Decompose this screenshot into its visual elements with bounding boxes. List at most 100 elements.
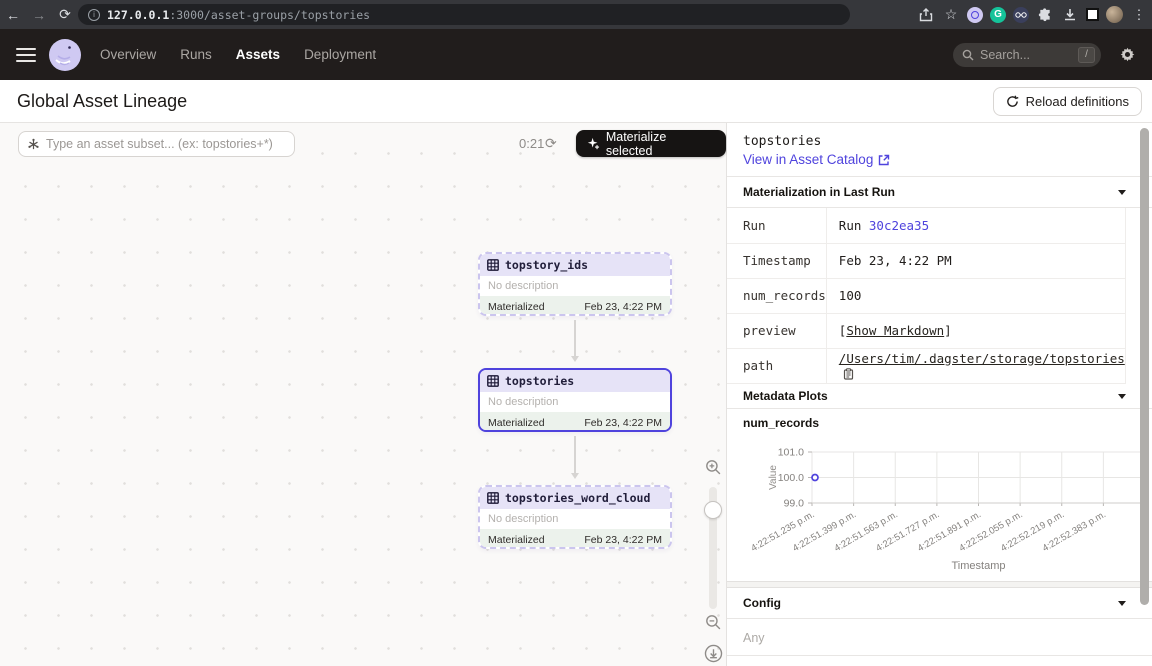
global-search-input[interactable]: Search... / <box>953 43 1101 67</box>
asset-node-topstories[interactable]: topstories No description Materialized F… <box>478 368 672 432</box>
sparkle-icon <box>587 137 600 150</box>
settings-gear-icon[interactable] <box>1119 46 1136 63</box>
node-timestamp: Feb 23, 4:22 PM <box>584 301 662 313</box>
node-name: topstories_word_cloud <box>505 491 650 505</box>
zoom-out-icon[interactable] <box>705 614 722 631</box>
details-scrollbar-thumb[interactable] <box>1140 128 1149 605</box>
url-host: 127.0.0.1 <box>107 8 169 22</box>
asset-node-topstories-word-cloud[interactable]: topstories_word_cloud No description Mat… <box>478 485 672 549</box>
meta-key: path <box>727 348 826 383</box>
address-bar[interactable]: i 127.0.0.1:3000/asset-groups/topstories <box>78 4 850 25</box>
extension-glasses-icon[interactable] <box>1013 7 1029 23</box>
meta-key: num_records <box>727 278 826 313</box>
search-icon <box>962 49 974 61</box>
config-value: Any <box>727 619 1152 655</box>
nav-overview[interactable]: Overview <box>100 47 156 62</box>
table-row: path /Users/tim/.dagster/storage/topstor… <box>727 348 1125 383</box>
browser-chrome: ← → ⟳ i 127.0.0.1:3000/asset-groups/tops… <box>0 0 1152 29</box>
search-shortcut-badge: / <box>1078 47 1095 63</box>
path-link[interactable]: /Users/tim/.dagster/storage/topstories <box>839 351 1125 366</box>
section-type[interactable]: Type <box>727 655 1152 666</box>
section-materialization-last-run[interactable]: Materialization in Last Run <box>727 176 1152 208</box>
external-link-icon <box>878 154 890 166</box>
catalog-link-label: View in Asset Catalog <box>743 152 873 167</box>
y-tick-label: 100.0 <box>778 472 804 484</box>
plot-metric-name: num_records <box>727 409 1152 430</box>
section-config[interactable]: Config <box>727 588 1152 619</box>
table-icon <box>487 375 499 387</box>
nav-deployment[interactable]: Deployment <box>304 47 376 62</box>
run-prefix: Run <box>839 218 869 233</box>
asset-filter-input[interactable]: Type an asset subset... (ex: topstories+… <box>18 131 295 157</box>
node-status: Materialized <box>488 534 545 546</box>
nav-assets[interactable]: Assets <box>236 47 280 62</box>
materialization-metadata-table: Run Run 30c2ea35 Timestamp Feb 23, 4:22 … <box>727 208 1126 384</box>
page-info-icon[interactable]: i <box>88 9 100 21</box>
browser-profile-avatar[interactable] <box>1106 6 1123 23</box>
reload-definitions-label: Reload definitions <box>1026 94 1129 109</box>
chevron-down-icon <box>1118 190 1126 199</box>
meta-value: [Show Markdown] <box>826 313 1125 348</box>
fit-view-icon[interactable] <box>704 644 723 663</box>
node-description: No description <box>480 509 670 529</box>
primary-nav: Overview Runs Assets Deployment <box>100 47 376 62</box>
reload-definitions-button[interactable]: Reload definitions <box>993 87 1142 116</box>
nav-runs[interactable]: Runs <box>180 47 212 62</box>
graph-refresh-icon[interactable]: ⟳ <box>545 135 557 152</box>
table-row: preview [Show Markdown] <box>727 313 1125 348</box>
search-placeholder: Search... <box>980 48 1078 62</box>
refresh-icon <box>1006 95 1019 108</box>
meta-value: Feb 23, 4:22 PM <box>826 243 1125 278</box>
materialize-selected-label: Materialize selected <box>606 130 715 158</box>
browser-forward-icon[interactable]: → <box>26 7 52 23</box>
asset-details-panel: topstories View in Asset Catalog Materia… <box>727 123 1152 666</box>
copy-clipboard-icon[interactable] <box>843 368 854 380</box>
section-metadata-plots[interactable]: Metadata Plots <box>727 384 1152 409</box>
zoom-in-icon[interactable] <box>705 459 722 476</box>
node-timestamp: Feb 23, 4:22 PM <box>584 417 662 429</box>
browser-reload-icon[interactable]: ⟳ <box>52 6 78 23</box>
meta-key: preview <box>727 313 826 348</box>
hamburger-menu-icon[interactable] <box>16 44 36 66</box>
asset-filter-placeholder: Type an asset subset... (ex: topstories+… <box>46 137 273 151</box>
bookmark-star-icon[interactable]: ☆ <box>942 6 960 23</box>
browser-back-icon[interactable]: ← <box>0 7 26 23</box>
view-in-asset-catalog-link[interactable]: View in Asset Catalog <box>743 152 1136 167</box>
extensions-puzzle-icon[interactable] <box>1036 7 1054 22</box>
table-row: Run Run 30c2ea35 <box>727 208 1125 243</box>
show-markdown-link[interactable]: Show Markdown <box>846 323 944 338</box>
extension-grammarly-icon[interactable]: G <box>990 7 1006 23</box>
section-title: Config <box>743 596 781 610</box>
asset-detail-title: topstories <box>743 134 1136 149</box>
y-tick-label: 99.0 <box>784 497 805 509</box>
edge-arrow <box>574 436 576 477</box>
table-row: Timestamp Feb 23, 4:22 PM <box>727 243 1125 278</box>
edge-arrow <box>574 320 576 360</box>
extension-clock-icon[interactable] <box>967 7 983 23</box>
node-name: topstories <box>505 374 574 388</box>
graph-refresh-timer: 0:21 <box>519 136 544 151</box>
dagster-logo[interactable] <box>48 38 82 72</box>
meta-value: Run 30c2ea35 <box>826 208 1125 243</box>
meta-key: Timestamp <box>727 243 826 278</box>
node-description: No description <box>480 276 670 296</box>
bracket: ] <box>944 323 952 338</box>
table-icon <box>487 259 499 271</box>
browser-menu-icon[interactable]: ⋮ <box>1130 7 1148 23</box>
downloads-icon[interactable] <box>1061 8 1079 22</box>
panel-divider <box>727 581 1152 588</box>
meta-value: /Users/tim/.dagster/storage/topstories <box>826 348 1125 383</box>
run-id-link[interactable]: 30c2ea35 <box>869 218 929 233</box>
share-icon[interactable] <box>917 8 935 22</box>
y-tick-label: 101.0 <box>778 446 804 458</box>
materialize-selected-button[interactable]: Materialize selected <box>576 130 726 157</box>
chevron-down-icon <box>1118 394 1126 403</box>
zoom-slider-handle[interactable] <box>704 501 722 519</box>
app-navbar: Overview Runs Assets Deployment Search..… <box>0 29 1152 80</box>
asset-graph-canvas[interactable]: Type an asset subset... (ex: topstories+… <box>0 123 727 666</box>
asset-node-topstory-ids[interactable]: topstory_ids No description Materialized… <box>478 252 672 316</box>
x-axis-title: Timestamp <box>952 560 1006 572</box>
asset-selector-icon <box>27 138 40 151</box>
extension-square-icon[interactable] <box>1086 8 1099 21</box>
section-title: Metadata Plots <box>743 389 828 403</box>
